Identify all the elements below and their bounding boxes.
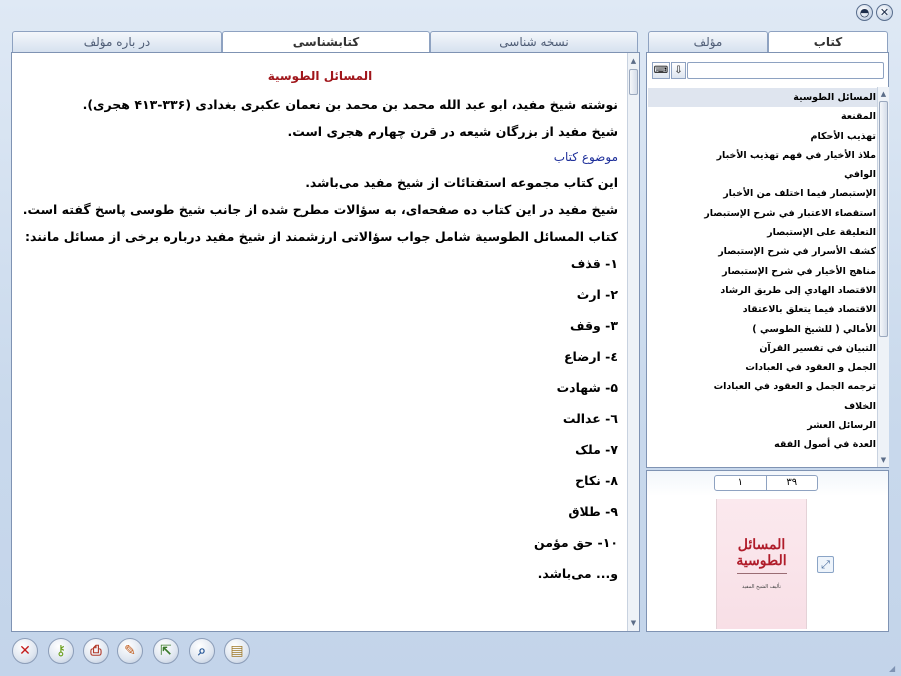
list-item[interactable]: الخلاف [648,397,880,416]
list-item[interactable]: تهذيب الأحكام [648,127,880,146]
cover-subtitle: تأليف الشيخ المفيد [742,584,781,590]
close-icon[interactable]: ✕ [12,638,38,664]
search-input[interactable] [687,62,884,79]
tab-manuscript-study[interactable]: نسخه شناسی [430,31,638,52]
list-item: و... می‌باشد. [537,566,618,581]
list-item[interactable]: الأمالي ( للشيخ الطوسي ) [648,320,880,339]
list-item[interactable]: الرسائل العشر [648,416,880,435]
page-total: ۳۹ [786,477,798,488]
list-item[interactable]: الجمل و العقود في العبادات [648,358,880,377]
page-current[interactable]: ۱ [715,476,766,490]
list-item[interactable]: التبيان في تفسير القرآن [648,339,880,358]
article-title: المسائل الطوسية [267,69,373,83]
article-paragraph: شیخ مفید از بزرگان شیعه در قرن چهارم هجر… [287,124,618,139]
list-item: ۷- ملک [575,442,618,457]
list-item: ۱۰- حق مؤمن [534,535,618,550]
tab-author[interactable]: مؤلف [648,31,768,52]
scroll-down-icon[interactable]: ▼ [628,617,639,629]
content-scrollbar[interactable]: ▲ ▼ [627,53,639,631]
scroll-up-icon[interactable]: ▲ [878,88,889,100]
scroll-down-icon[interactable]: ▼ [878,454,889,466]
list-item: ۵- شهادت [556,380,618,395]
expand-icon[interactable]: ⤢ [817,556,834,573]
book-list-scrollbar[interactable]: ▲ ▼ [877,87,889,467]
list-item[interactable]: المقنعة [648,107,880,126]
content-tabs: در باره مؤلف کتابشناسی نسخه شناسی [12,31,638,53]
article-paragraph: این کتاب مجموعه استفتائات از شیخ مفید می… [305,175,618,190]
search-icon[interactable]: ⌕ [189,638,215,664]
list-item[interactable]: استقصاء الاعتبار في شرح الإستبصار [648,204,880,223]
article-paragraph: شیخ مفید در این کتاب ده صفحه‌ای، به سؤال… [22,202,618,217]
list-item: ۱- قذف [570,256,618,271]
tab-book[interactable]: کتاب [768,31,888,53]
key-icon[interactable]: ⚷ [48,638,74,664]
list-item: ٤- ارضاع [564,349,618,364]
minimize-button[interactable]: ◓ [856,4,873,21]
keyboard-icon[interactable]: ⌨ [652,62,670,79]
list-item[interactable]: ملاذ الأخيار في فهم تهذيب الأخبار [648,146,880,165]
list-item[interactable]: العدة في أصول الفقه [648,435,880,454]
scroll-thumb[interactable] [879,101,888,337]
close-window-button[interactable]: ✕ [876,4,893,21]
list-item[interactable]: الاقتصاد فيما يتعلق بالاعتقاد [648,300,880,319]
list-item[interactable]: المسائل الطوسية [648,88,880,108]
print-icon[interactable]: ⎙ [83,638,109,664]
cover-title: المسائل الطوسية [736,537,787,569]
list-item[interactable]: الإستبصار فيما اختلف من الأخبار [648,184,880,203]
export-icon[interactable]: ⇱ [153,638,179,664]
scroll-up-icon[interactable]: ▲ [628,55,639,67]
section-heading: موضوع کتاب [553,150,618,164]
list-item[interactable]: مناهج الأخيار في شرح الإستبصار [648,262,880,281]
list-item: ۳- وقف [569,318,618,333]
list-item: ۸- نکاح [575,473,618,488]
list-item: ۹- طلاق [568,504,618,519]
book-cover-image: المسائل الطوسية تأليف الشيخ المفيد [716,499,807,629]
list-item[interactable]: الوافي [648,165,880,184]
list-item[interactable]: التعليقة على الإستبصار [648,223,880,242]
article-content: المسائل الطوسية نوشته شیخ مفید، ابو عبد … [14,59,626,631]
tab-about-author[interactable]: در باره مؤلف [12,31,222,52]
tab-bibliography[interactable]: کتابشناسی [222,31,430,53]
list-item[interactable]: ترجمه الجمل و العقود في العبادات [648,377,880,396]
list-item[interactable]: الاقتصاد الهادي إلى طريق الرشاد [648,281,880,300]
book-list: المسائل الطوسية المقنعة تهذيب الأحكام مل… [648,88,880,467]
arrow-down-icon[interactable]: ⇩ [671,62,686,79]
page-navigator[interactable]: ۱ ۳۹ [714,475,818,491]
edit-icon[interactable]: ✎ [117,638,143,664]
list-item: ۲- ارث [576,287,618,302]
list-item[interactable]: كشف الأسرار في شرح الإستبصار [648,242,880,261]
article-paragraph: کتاب المسائل الطوسية شامل جواب سؤالاتی ا… [24,229,618,244]
list-item: ٦- عدالت [562,411,618,426]
scroll-thumb[interactable] [629,69,638,95]
note-icon[interactable]: ▤ [224,638,250,664]
resize-grip-icon[interactable]: ◢ [889,664,899,674]
sidebar-tabs: مؤلف کتاب [648,31,888,53]
article-paragraph: نوشته شیخ مفید، ابو عبد الله محمد بن محم… [82,97,618,112]
